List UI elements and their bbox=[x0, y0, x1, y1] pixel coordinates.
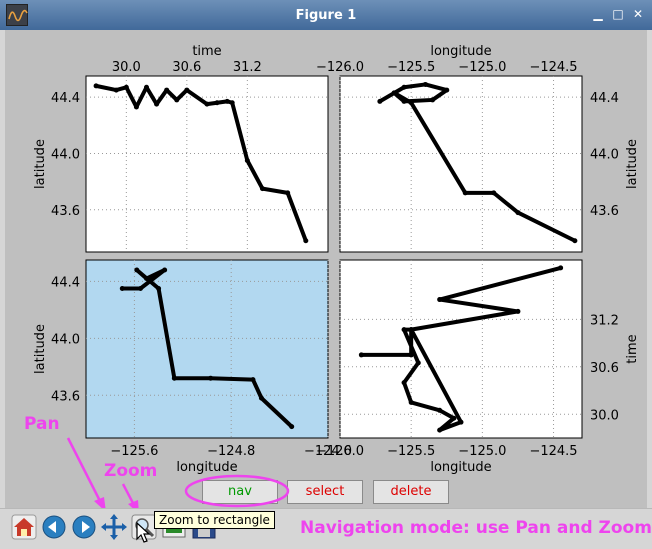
mode-message: Navigation mode: use Pan and Zoom bbox=[300, 518, 652, 538]
pan-icon bbox=[101, 514, 127, 540]
zoom-tooltip: Zoom to rectangle bbox=[154, 511, 275, 529]
back-button[interactable] bbox=[40, 513, 68, 541]
home-icon bbox=[11, 514, 37, 540]
pan-button[interactable] bbox=[100, 513, 128, 541]
forward-icon bbox=[72, 515, 96, 539]
zoom-annotation: Zoom bbox=[104, 461, 158, 481]
pan-arrow bbox=[66, 437, 103, 504]
home-button[interactable] bbox=[10, 513, 38, 541]
pan-annotation: Pan bbox=[24, 414, 60, 434]
nav-highlight-ellipse bbox=[184, 474, 290, 508]
annotation-overlay bbox=[66, 437, 290, 514]
navigation-toolbar: Navigation mode: use Pan and Zoom bbox=[0, 508, 652, 549]
mouse-cursor-icon bbox=[136, 522, 151, 543]
forward-button[interactable] bbox=[70, 513, 98, 541]
zoom-arrow bbox=[121, 483, 136, 506]
back-icon bbox=[42, 515, 66, 539]
